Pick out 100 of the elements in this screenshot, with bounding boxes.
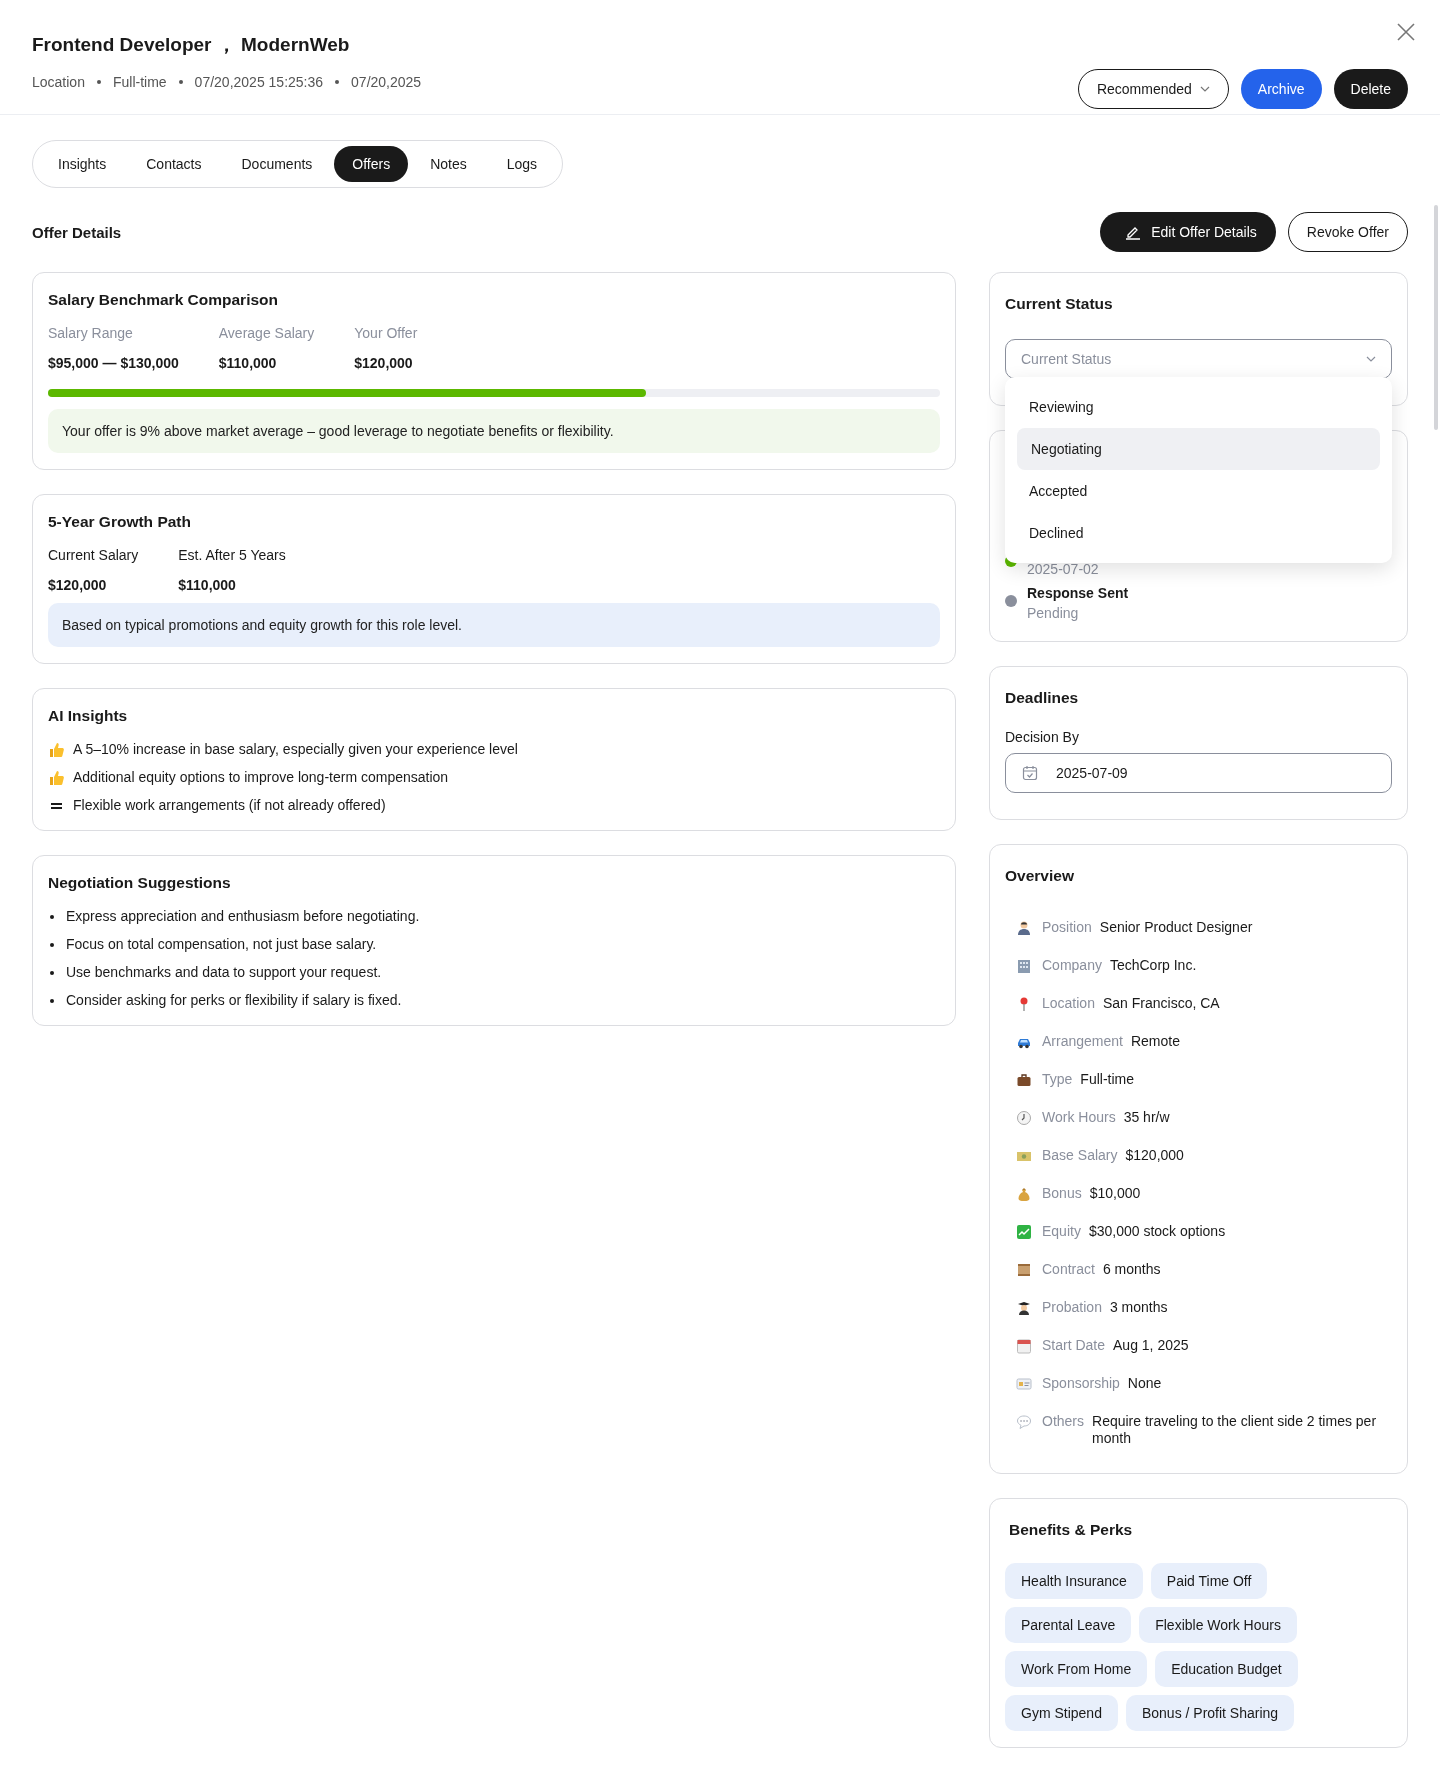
field-value: San Francisco, CA <box>1102 995 1220 1012</box>
field-label: Work Hours <box>1042 1109 1116 1126</box>
dropdown-option[interactable]: Reviewing <box>1017 386 1380 428</box>
thumbs-up-icon <box>48 769 65 786</box>
page-title: Frontend Developer ， ModernWeb <box>32 33 351 57</box>
stat-value: $110,000 <box>218 355 278 371</box>
field-label: Probation <box>1042 1299 1102 1316</box>
bullet <box>50 970 54 975</box>
date-field[interactable]: 2025-07-09 <box>1005 753 1392 793</box>
clock-icon <box>1016 1110 1032 1126</box>
field-label: Decision By <box>1005 729 1080 745</box>
benefit-tag: Work From Home <box>1005 1651 1148 1687</box>
stat-value: $120,000 <box>48 577 108 593</box>
tab[interactable]: Offers <box>334 146 409 182</box>
chevron-down-icon <box>1199 86 1210 92</box>
meta-text: 07/20,2025 15:25:36 <box>194 74 324 90</box>
timeline-title: Response Sent <box>1027 585 1129 601</box>
timeline-date: Pending <box>1027 605 1080 621</box>
archive-button[interactable]: Archive <box>1240 69 1322 109</box>
chevron-down-icon <box>1366 356 1376 362</box>
card-title: Negotiation Suggestions <box>48 874 232 892</box>
tab[interactable]: Contacts <box>128 146 220 182</box>
field-value: Require traveling to the client side 2 times per month <box>1092 1413 1378 1447</box>
field-label: Others <box>1042 1413 1084 1430</box>
field-value: None <box>1127 1375 1162 1392</box>
field-value: 3 months <box>1109 1299 1168 1316</box>
recommended-dropdown[interactable]: Recommended <box>1077 69 1229 109</box>
card-title: Current Status <box>1005 295 1114 313</box>
field-value: Senior Product Designer <box>1099 919 1253 936</box>
chart-icon <box>1016 1224 1032 1240</box>
stat-label: Average Salary <box>218 325 315 341</box>
suggestion-text: Focus on total compensation, not just base salary. <box>66 936 377 953</box>
building-icon <box>1016 958 1032 974</box>
scroll-icon <box>1016 1262 1032 1278</box>
timeline-date: 2025-07-02 <box>1027 561 1099 577</box>
stat-label: Salary Range <box>48 325 134 341</box>
benefit-tag: Flexible Work Hours <box>1139 1607 1297 1643</box>
field-value: 6 months <box>1102 1261 1161 1278</box>
section-title: Offer Details <box>32 223 122 241</box>
meta-text: Full-time <box>112 74 167 90</box>
suggestion-text: Consider asking for perks or flexibility if salary is fixed. <box>66 992 402 1009</box>
money-bag-icon <box>1016 1186 1032 1202</box>
separator-dot <box>335 80 340 84</box>
note-text: Your offer is 9% above market average – good leverage to negotiate benefits or flexibility. <box>48 409 940 453</box>
briefcase-icon <box>1016 1072 1032 1088</box>
card-title: 5-Year Growth Path <box>48 513 192 531</box>
field-value: $10,000 <box>1089 1185 1141 1202</box>
field-label: Contract <box>1042 1261 1095 1278</box>
tab[interactable]: Notes <box>412 146 485 182</box>
bullet <box>50 942 54 947</box>
thumbs-up-icon <box>48 741 65 758</box>
card-title: AI Insights <box>48 707 129 725</box>
id-card-icon <box>1016 1376 1032 1392</box>
speech-bubble-icon <box>1016 1414 1032 1430</box>
field-value: $30,000 stock options <box>1088 1223 1226 1240</box>
dropdown-option[interactable]: Declined <box>1017 512 1380 554</box>
benefit-tag: Health Insurance <box>1005 1563 1143 1599</box>
field-label: Base Salary <box>1042 1147 1118 1164</box>
field-label: Start Date <box>1042 1337 1106 1354</box>
bullet <box>50 998 54 1003</box>
field-value: Aug 1, 2025 <box>1113 1337 1189 1354</box>
card-title: Salary Benchmark Comparison <box>48 291 279 309</box>
scrollbar[interactable] <box>1434 205 1438 430</box>
benefit-tag: Parental Leave <box>1005 1607 1132 1643</box>
delete-button[interactable]: Delete <box>1333 69 1408 109</box>
card-title: Overview <box>1005 867 1075 885</box>
benefit-tag: Education Budget <box>1155 1651 1298 1687</box>
dropdown-option[interactable]: Negotiating <box>1017 428 1380 470</box>
benefit-tag: Gym Stipend <box>1005 1695 1118 1731</box>
card-title: Deadlines <box>1005 689 1080 707</box>
stat-label: Your Offer <box>354 325 418 341</box>
note-text: Based on typical promotions and equity growth for this role level. <box>48 603 940 647</box>
insight-text: Additional equity options to improve long-term compensation <box>73 769 449 786</box>
insight-text: Flexible work arrangements (if not already offered) <box>73 797 386 814</box>
stat-value: $110,000 <box>178 577 237 593</box>
tab[interactable]: Insights <box>40 146 125 182</box>
field-value: Remote <box>1130 1033 1180 1050</box>
separator-dot <box>96 80 101 84</box>
separator-dot <box>178 80 183 84</box>
card-title: Benefits & Perks <box>1008 1521 1134 1539</box>
edit-button[interactable]: Edit Offer Details <box>1100 212 1276 252</box>
revoke-button[interactable]: Revoke Offer <box>1287 212 1408 252</box>
calendar-icon <box>1016 1338 1032 1354</box>
field-value: Full-time <box>1080 1071 1135 1088</box>
field-label: Position <box>1042 919 1092 936</box>
field-label: Sponsorship <box>1042 1375 1120 1392</box>
field-label: Arrangement <box>1042 1033 1123 1050</box>
close-icon[interactable] <box>1396 22 1416 42</box>
field-value: $120,000 <box>1125 1147 1184 1164</box>
dropdown-option[interactable]: Accepted <box>1017 470 1380 512</box>
field-label: Company <box>1042 957 1102 974</box>
stat-label: Est. After 5 Years <box>178 547 286 563</box>
benefit-tag: Bonus / Profit Sharing <box>1125 1695 1295 1731</box>
stat-value: $95,000 — $130,000 <box>48 355 179 371</box>
meta-text: Location <box>32 74 85 90</box>
field-value: TechCorp Inc. <box>1109 957 1197 974</box>
field-label: Bonus <box>1042 1185 1082 1202</box>
tab[interactable]: Documents <box>223 146 331 182</box>
tab[interactable]: Logs <box>488 146 556 182</box>
stat-label: Current Salary <box>48 547 139 563</box>
